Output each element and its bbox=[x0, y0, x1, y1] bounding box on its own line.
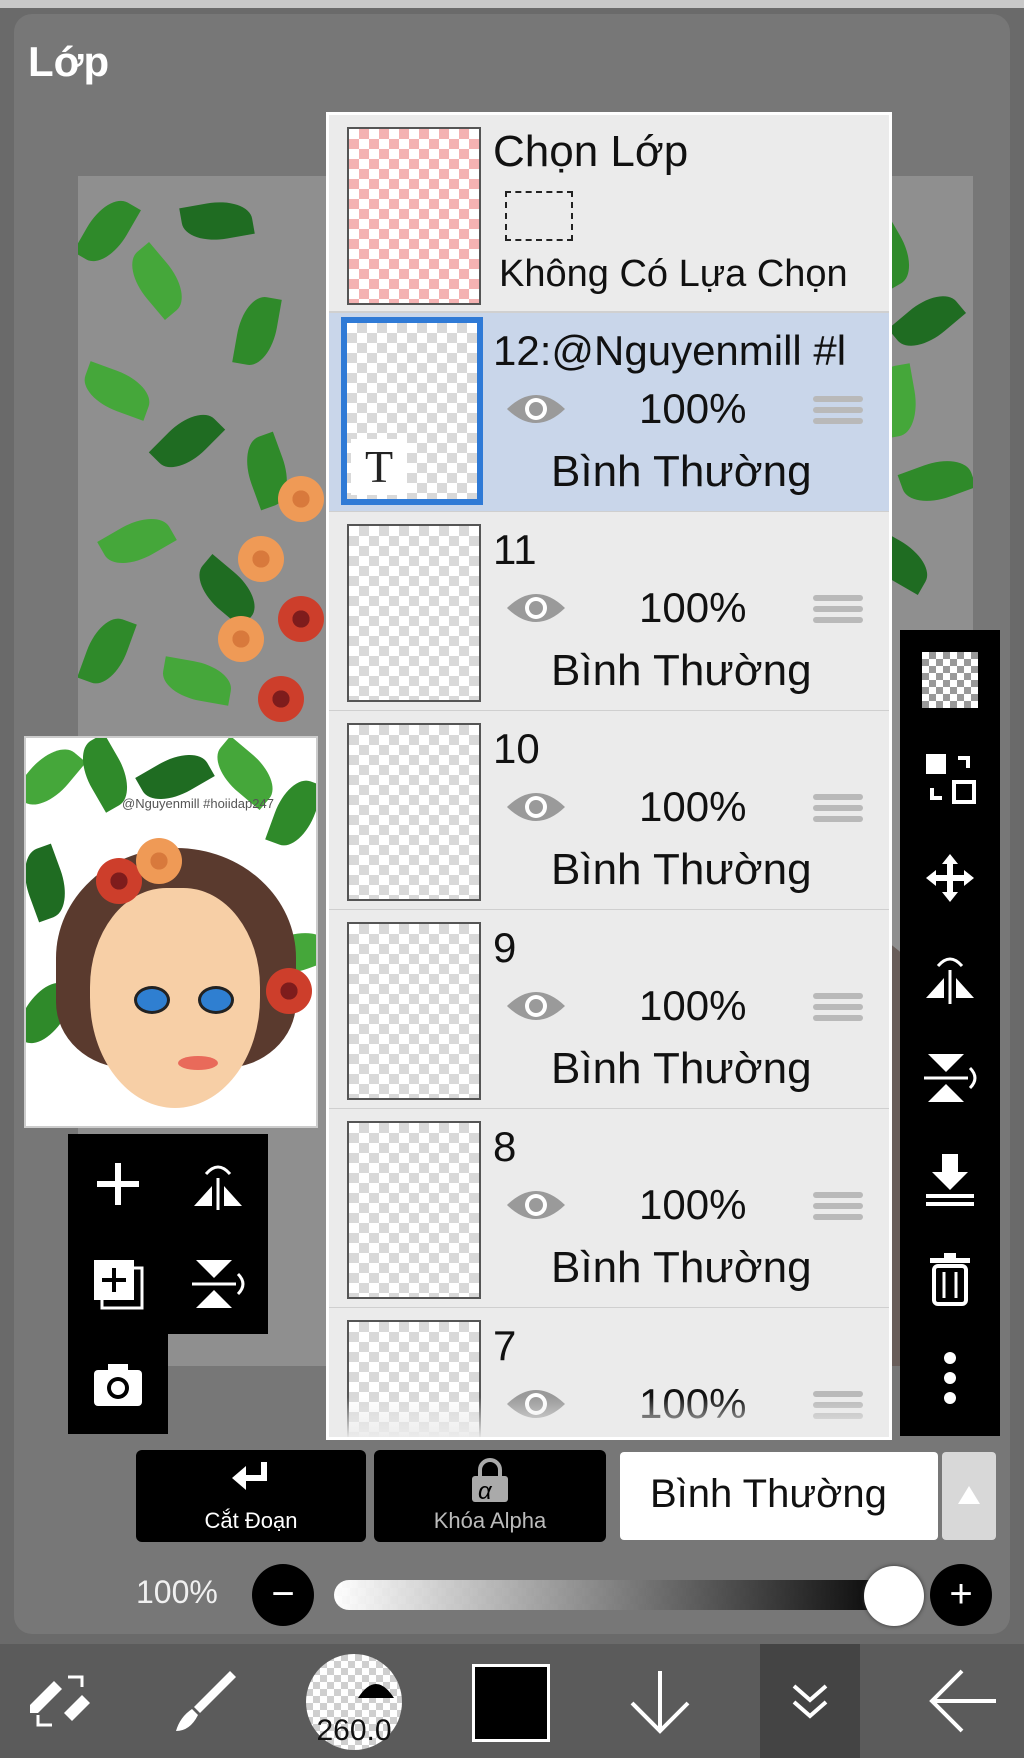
selection-layer-thumbnail bbox=[347, 127, 481, 305]
layer-row[interactable]: 11 100% Bình Thường bbox=[329, 512, 889, 712]
drag-handle-icon[interactable] bbox=[813, 789, 863, 827]
opacity-label: 100% bbox=[136, 1574, 218, 1610]
layer-blend-mode: Bình Thường bbox=[551, 646, 812, 695]
clip-button[interactable]: Cắt Đoạn bbox=[136, 1450, 366, 1542]
layer-name: 11 bbox=[493, 526, 537, 573]
selection-rect-icon bbox=[505, 191, 573, 241]
left-toolbar bbox=[68, 1134, 268, 1434]
layer-thumbnail bbox=[347, 524, 481, 702]
flip-vertical-icon[interactable] bbox=[188, 1254, 248, 1314]
add-layer-icon[interactable] bbox=[88, 1154, 148, 1214]
layer-name: 10 bbox=[493, 725, 540, 772]
layer-opacity: 100% bbox=[639, 385, 747, 432]
status-strip bbox=[0, 0, 1024, 8]
trash-icon[interactable] bbox=[920, 1248, 980, 1308]
layer-blend-mode: Bình Thường bbox=[551, 845, 812, 894]
right-toolbar bbox=[900, 630, 1000, 1436]
preview-caption: @Nguyenmill #hoiidap247 bbox=[122, 796, 274, 811]
selection-layer-row[interactable]: Chọn Lớp Không Có Lựa Chọn bbox=[329, 115, 889, 313]
visibility-eye-icon[interactable] bbox=[505, 1185, 567, 1225]
brush-icon[interactable] bbox=[166, 1644, 246, 1758]
layer-swap-icon[interactable] bbox=[920, 748, 980, 808]
blend-mode-dropdown[interactable] bbox=[942, 1452, 996, 1540]
bottom-toolbar: 260.0 bbox=[0, 1644, 1024, 1758]
layer-blend-mode: Bình Thường bbox=[551, 447, 812, 496]
flip-horizontal-icon[interactable] bbox=[920, 948, 980, 1008]
alpha-symbol: α bbox=[478, 1478, 492, 1505]
layer-opacity: 100% bbox=[639, 1181, 747, 1228]
layer-name: 7 bbox=[493, 1322, 517, 1369]
layer-thumbnail bbox=[347, 723, 481, 901]
clip-arrow-icon bbox=[232, 1462, 267, 1490]
canvas-preview[interactable]: @Nguyenmill #hoiidap247 bbox=[24, 736, 318, 1128]
clip-label: Cắt Đoạn bbox=[204, 1508, 298, 1533]
layer-row[interactable]: 10 100% Bình Thường bbox=[329, 711, 889, 911]
text-layer-icon: T bbox=[351, 439, 407, 495]
drag-handle-icon[interactable] bbox=[813, 391, 863, 429]
alpha-lock-label: Khóa Alpha bbox=[433, 1508, 547, 1533]
visibility-eye-icon[interactable] bbox=[505, 986, 567, 1026]
visibility-eye-icon[interactable] bbox=[505, 588, 567, 628]
opacity-slider-knob[interactable] bbox=[864, 1566, 924, 1626]
panel-title: Lớp bbox=[28, 38, 110, 85]
drag-handle-icon[interactable] bbox=[813, 590, 863, 628]
layer-blend-mode: Bình Thường bbox=[551, 1044, 812, 1093]
opacity-increase-button[interactable]: + bbox=[930, 1564, 992, 1626]
alpha-lock-button[interactable]: α Khóa Alpha bbox=[374, 1450, 606, 1542]
move-icon[interactable] bbox=[920, 848, 980, 908]
visibility-eye-icon[interactable] bbox=[505, 787, 567, 827]
brush-size-value: 260.0 bbox=[316, 1714, 392, 1747]
caret-up-icon bbox=[958, 1486, 980, 1504]
blend-mode-select[interactable]: Bình Thường bbox=[620, 1452, 938, 1540]
opacity-slider[interactable] bbox=[334, 1580, 904, 1610]
layer-blend-mode: Bình Thường bbox=[551, 1243, 812, 1292]
layer-thumbnail bbox=[347, 1121, 481, 1299]
layer-opacity: 100% bbox=[639, 584, 747, 631]
layer-opacity: 100% bbox=[639, 783, 747, 830]
layer-name: 9 bbox=[493, 924, 517, 971]
layer-opacity: 100% bbox=[639, 982, 747, 1029]
down-arrow-icon[interactable] bbox=[620, 1644, 700, 1758]
layer-row[interactable]: T 12:@Nguyenmill #l 100% Bình Thường bbox=[329, 313, 889, 513]
color-swatch-icon[interactable] bbox=[472, 1664, 550, 1742]
brush-size-icon[interactable]: 260.0 bbox=[306, 1654, 402, 1750]
duplicate-layer-icon[interactable] bbox=[88, 1254, 148, 1314]
selection-status: Không Có Lựa Chọn bbox=[499, 253, 848, 295]
camera-icon[interactable] bbox=[88, 1354, 148, 1414]
merge-down-icon[interactable] bbox=[920, 1148, 980, 1208]
collapse-icon[interactable] bbox=[760, 1644, 860, 1758]
layer-name: 8 bbox=[493, 1123, 517, 1170]
layer-row[interactable]: 9 100% Bình Thường bbox=[329, 910, 889, 1110]
layer-row[interactable]: 8 100% Bình Thường bbox=[329, 1109, 889, 1309]
more-vertical-icon[interactable] bbox=[920, 1348, 980, 1408]
drag-handle-icon[interactable] bbox=[813, 1187, 863, 1225]
layer-thumbnail: T bbox=[341, 317, 483, 505]
opacity-decrease-button[interactable]: − bbox=[252, 1564, 314, 1626]
back-arrow-icon[interactable] bbox=[920, 1644, 1004, 1758]
layer-thumbnail bbox=[347, 922, 481, 1100]
flip-horizontal-icon[interactable] bbox=[188, 1154, 248, 1214]
drag-handle-icon[interactable] bbox=[813, 988, 863, 1026]
transparency-icon[interactable] bbox=[920, 650, 980, 710]
selection-layer-title: Chọn Lớp bbox=[493, 127, 689, 176]
list-fade bbox=[329, 1397, 889, 1437]
layer-list[interactable]: Chọn Lớp Không Có Lựa Chọn T 12:@Nguyenmi… bbox=[326, 112, 892, 1440]
flip-vertical-icon[interactable] bbox=[920, 1048, 980, 1108]
blend-mode-value: Bình Thường bbox=[650, 1472, 887, 1516]
visibility-eye-icon[interactable] bbox=[505, 389, 567, 429]
swap-tools-icon[interactable] bbox=[20, 1644, 100, 1758]
layer-name: 12:@Nguyenmill #l bbox=[493, 327, 847, 374]
